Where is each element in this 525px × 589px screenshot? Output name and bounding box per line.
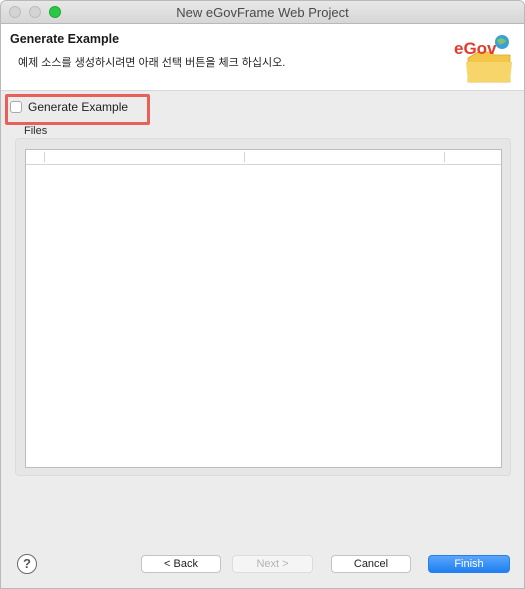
cancel-button[interactable]: Cancel [331, 555, 411, 573]
content-area: Generate Example Files [1, 91, 524, 539]
files-group [15, 138, 511, 476]
help-button[interactable]: ? [17, 554, 37, 574]
dialog-window: New eGovFrame Web Project Generate Examp… [0, 0, 525, 589]
page-title: Generate Example [10, 32, 120, 46]
generate-example-checkbox[interactable]: Generate Example [10, 99, 128, 115]
files-table[interactable] [25, 149, 502, 468]
title-bar[interactable]: New eGovFrame Web Project [1, 1, 524, 24]
back-button[interactable]: < Back [141, 555, 221, 573]
egov-logo-icon: eGov [454, 35, 512, 83]
column-divider[interactable] [444, 152, 445, 162]
files-table-header [26, 150, 501, 165]
files-group-label: Files [24, 125, 48, 137]
window-title: New eGovFrame Web Project [176, 5, 349, 20]
header-banner: Generate Example 예제 소스를 생성하시려면 아래 선택 버튼을… [1, 24, 524, 91]
finish-button[interactable]: Finish [428, 555, 510, 573]
column-divider[interactable] [244, 152, 245, 162]
logo-text: eGov [454, 39, 497, 58]
page-description: 예제 소스를 생성하시려면 아래 선택 버튼을 체크 하십시오. [18, 57, 286, 69]
next-button[interactable]: Next > [232, 555, 313, 573]
button-bar: ? < Back Next > Cancel Finish [1, 539, 524, 588]
column-divider[interactable] [44, 152, 45, 162]
generate-example-label: Generate Example [28, 100, 129, 114]
checkbox-box[interactable] [10, 101, 22, 113]
